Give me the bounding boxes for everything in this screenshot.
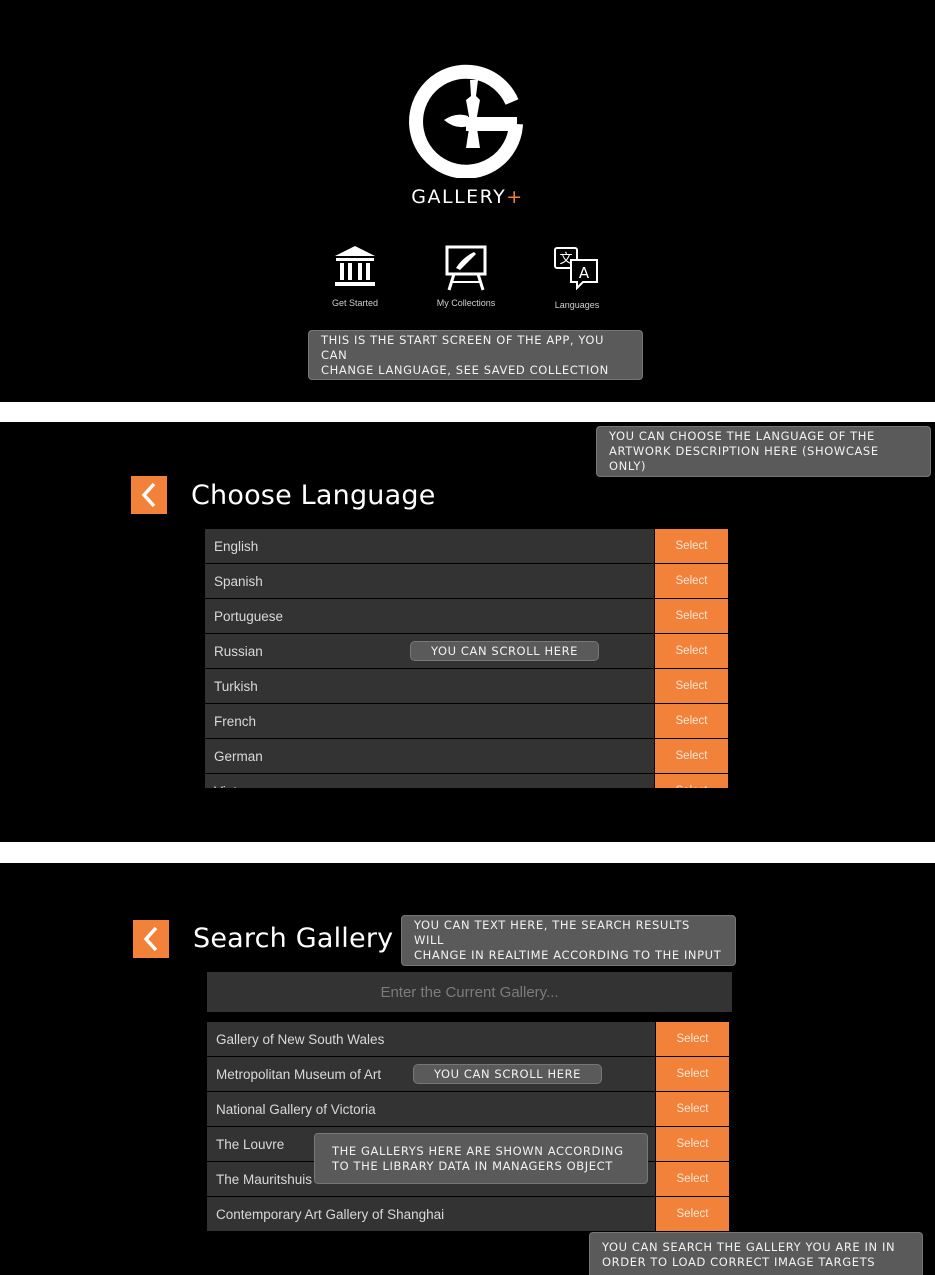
language-description-note: YOU CAN CHOOSE THE LANGUAGE OF THE ARTWO…: [596, 426, 931, 477]
get-started-button[interactable]: Get Started: [300, 244, 410, 308]
back-button[interactable]: [133, 920, 169, 958]
brand-name: GALLERY+: [411, 186, 524, 208]
list-item: VietnameseSelect: [205, 774, 728, 788]
language-name: Vietnamese: [205, 774, 654, 788]
gallery-plus-logo: [409, 64, 523, 178]
select-button[interactable]: Select: [655, 599, 728, 633]
search-gallery-note: YOU CAN SEARCH THE GALLERY YOU ARE IN IN…: [589, 1232, 923, 1275]
list-item: Turkish Select: [205, 669, 728, 703]
languages-button[interactable]: 文 A Languages: [522, 244, 632, 310]
search-gallery-screen: Search Gallery YOU CAN TEXT HERE, THE SE…: [0, 863, 935, 1275]
get-started-label: Get Started: [331, 298, 379, 308]
select-button[interactable]: Select: [656, 1197, 729, 1231]
library-data-note: THE GALLERYS HERE ARE SHOWN ACCORDING TO…: [314, 1133, 648, 1184]
list-item: Portuguese Select: [205, 599, 728, 633]
select-button[interactable]: Select: [656, 1162, 729, 1196]
choose-language-screen: YOU CAN CHOOSE THE LANGUAGE OF THE ARTWO…: [0, 422, 935, 842]
select-button[interactable]: Select: [655, 739, 728, 773]
select-button[interactable]: Select: [655, 529, 728, 563]
select-button[interactable]: Select: [655, 564, 728, 598]
gallery-name: Gallery of New South Wales: [207, 1022, 655, 1056]
gallery-list[interactable]: Gallery of New South Wales Select Metropo…: [207, 1022, 729, 1232]
translate-icon: 文 A: [554, 247, 598, 290]
select-button[interactable]: Select: [655, 704, 728, 738]
page-title: Choose Language: [191, 480, 436, 511]
search-realtime-note: YOU CAN TEXT HERE, THE SEARCH RESULTS WI…: [401, 915, 736, 966]
easel-icon: [445, 245, 487, 291]
select-button[interactable]: Select: [656, 1127, 729, 1161]
chevron-left-icon: [143, 926, 158, 952]
scroll-hint-note: YOU CAN SCROLL HERE: [413, 1064, 602, 1084]
gallery-name: National Gallery of Victoria: [207, 1092, 655, 1126]
select-button[interactable]: Select: [656, 1092, 729, 1126]
list-item: English Select: [205, 529, 728, 563]
select-button[interactable]: Select: [656, 1057, 729, 1091]
select-button[interactable]: Select: [655, 669, 728, 703]
scroll-hint-note: YOU CAN SCROLL HERE: [410, 641, 599, 661]
select-button[interactable]: Select: [655, 774, 728, 788]
language-name: Portuguese: [205, 599, 654, 633]
language-name: German: [205, 739, 654, 773]
list-item: Gallery of New South Wales Select: [207, 1022, 729, 1056]
select-button[interactable]: Select: [655, 634, 728, 668]
back-button[interactable]: [131, 476, 167, 514]
chevron-left-icon: [141, 482, 156, 508]
language-name: English: [205, 529, 654, 563]
language-name: Turkish: [205, 669, 654, 703]
list-item: Spanish Select: [205, 564, 728, 598]
museum-icon: [335, 246, 375, 286]
list-item: National Gallery of Victoria Select: [207, 1092, 729, 1126]
start-screen-note: THIS IS THE START SCREEN OF THE APP, YOU…: [308, 330, 643, 380]
select-button[interactable]: Select: [656, 1022, 729, 1056]
start-screen: GALLERY+ Get Started My Collections 文 A: [0, 0, 935, 402]
list-item: Contemporary Art Gallery of Shanghai Sele…: [207, 1197, 729, 1231]
my-collections-label: My Collections: [436, 298, 496, 308]
my-collections-button[interactable]: My Collections: [411, 244, 521, 308]
gallery-search-input[interactable]: [207, 972, 732, 1012]
list-item: German Select: [205, 739, 728, 773]
languages-label: Languages: [554, 300, 600, 310]
list-item: French Select: [205, 704, 728, 738]
svg-text:A: A: [579, 264, 590, 282]
gallery-name: Contemporary Art Gallery of Shanghai: [207, 1197, 655, 1231]
page-title: Search Gallery: [193, 923, 394, 954]
language-name: French: [205, 704, 654, 738]
language-name: Spanish: [205, 564, 654, 598]
